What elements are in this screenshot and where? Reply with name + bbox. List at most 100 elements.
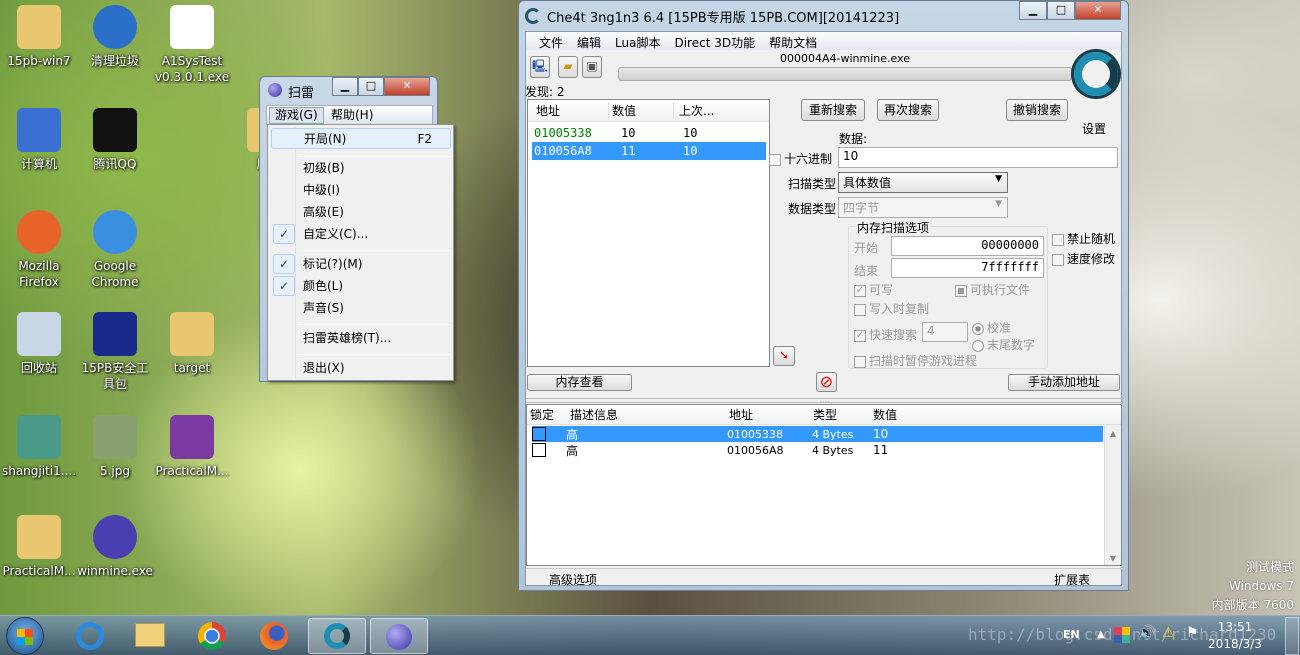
alignment-radio[interactable]: 校准 (972, 319, 1011, 336)
address-row[interactable]: 高 010056A8 4 Bytes 11 (532, 442, 1103, 458)
desktop-icon[interactable]: target (153, 312, 231, 376)
add-to-list-button[interactable]: ➘ (773, 346, 795, 366)
menu-item-new-game[interactable]: 开局(N) F2 (271, 128, 451, 149)
menu-item-sound[interactable]: 声音(S) (271, 298, 451, 319)
memory-view-button[interactable]: 内存查看 (527, 374, 632, 391)
menu-game[interactable]: 游戏(G) (269, 107, 324, 124)
table-extras-button[interactable]: 扩展表 (1054, 571, 1090, 588)
fast-scan-input[interactable]: 4 (922, 322, 968, 342)
column-header[interactable]: 地址 (726, 406, 810, 423)
column-header[interactable]: 锁定 (527, 406, 565, 423)
action-center-flag-icon[interactable]: ⚑ (1186, 625, 1199, 641)
column-header[interactable]: 类型 (810, 406, 870, 423)
menu-item-beginner[interactable]: 初级(B) (271, 158, 451, 179)
value-type-select[interactable]: 四字节 ▼ (838, 197, 1008, 218)
menu-d3d[interactable]: Direct 3D功能 (667, 32, 762, 50)
result-row[interactable]: 01005338 10 10 (528, 124, 769, 142)
select-process-button[interactable]: 🖳 (530, 56, 550, 78)
maximize-button[interactable]: □ (1047, 1, 1075, 20)
menu-item-custom[interactable]: ✓ 自定义(C)... (271, 224, 451, 245)
stop-address-input[interactable]: 7fffffff (891, 258, 1044, 278)
menu-lua[interactable]: Lua脚本 (608, 32, 667, 50)
start-address-input[interactable]: 00000000 (891, 236, 1044, 256)
language-indicator[interactable]: EN (1063, 628, 1080, 641)
desktop-icon[interactable]: PracticalM... (0, 515, 78, 579)
desktop-icon[interactable]: 15pb-win7 (0, 5, 78, 69)
close-button[interactable]: ✕ (384, 77, 430, 96)
no-random-checkbox[interactable]: 禁止随机 (1052, 230, 1115, 247)
clear-button[interactable]: ⊘ (816, 372, 837, 392)
menu-file[interactable]: 文件 (532, 32, 570, 50)
save-button[interactable]: ▣ (582, 56, 602, 78)
desktop-icon[interactable]: PracticalM... (153, 415, 231, 479)
desktop-icon[interactable]: A1SysTest v0.3.0.1.exe (153, 5, 231, 85)
settings-label[interactable]: 设置 (1082, 120, 1106, 137)
taskbar-ie[interactable] (61, 618, 119, 654)
desktop-icon[interactable]: shangjiti1.... (0, 415, 78, 479)
address-row[interactable]: 高 01005338 4 Bytes 10 (532, 426, 1103, 442)
clock[interactable]: 13:51 2018/3/3 (1205, 619, 1265, 653)
scan-results-list[interactable]: 地址 数值 上次... 01005338 10 10 010056A8 11 1… (527, 99, 770, 367)
menu-item-color[interactable]: ✓ 颜色(L) (271, 276, 451, 297)
network-warning-icon[interactable]: ⚠ (1162, 625, 1175, 641)
taskbar-cheat-engine[interactable] (308, 618, 366, 654)
close-button[interactable]: ✕ (1075, 1, 1121, 20)
column-header[interactable]: 数值 (608, 102, 673, 119)
splitter[interactable]: ⋯⋯ (526, 398, 1123, 405)
taskbar-winmine[interactable] (370, 618, 428, 654)
speedhack-checkbox[interactable]: 速度修改 (1052, 250, 1115, 267)
desktop-icon[interactable]: winmine.exe (76, 515, 154, 579)
cheat-engine-logo[interactable] (1074, 52, 1122, 102)
fast-scan-checkbox[interactable]: ✓ 快速搜索 (854, 326, 917, 343)
desktop-icon[interactable]: 清理垃圾 (76, 5, 154, 69)
next-scan-button[interactable]: 再次搜索 (877, 99, 939, 121)
menu-item-best-times[interactable]: 扫雷英雄榜(T)... (271, 328, 451, 349)
hex-checkbox[interactable]: 十六进制 (769, 150, 832, 167)
menu-item-exit[interactable]: 退出(X) (271, 358, 451, 379)
menu-item-marks[interactable]: ✓ 标记(?)(M) (271, 254, 451, 275)
undo-scan-button[interactable]: 撤销搜索 (1006, 99, 1068, 121)
minimize-button[interactable]: ▁ (332, 77, 358, 96)
desktop-icon[interactable]: 腾讯QQ (76, 108, 154, 172)
show-desktop-button[interactable] (1285, 617, 1299, 655)
taskbar-firefox[interactable] (245, 618, 303, 654)
desktop-icon[interactable]: 计算机 (0, 108, 78, 172)
writable-checkbox[interactable]: ✓ 可写 (854, 281, 893, 298)
last-digits-radio[interactable]: 末尾数字 (972, 336, 1035, 353)
add-address-manually-button[interactable]: 手动添加地址 (1008, 374, 1120, 391)
desktop-icon[interactable]: 5.jpg (76, 415, 154, 479)
menu-edit[interactable]: 编辑 (570, 32, 608, 50)
address-list[interactable]: 锁定 描述信息 地址 类型 数值 高 01005338 4 Bytes 10 高… (526, 404, 1122, 566)
tray-app-icon[interactable] (1114, 627, 1130, 643)
menu-item-expert[interactable]: 高级(E) (271, 202, 451, 223)
desktop-icon[interactable]: Google Chrome (76, 210, 154, 290)
menu-help[interactable]: 帮助文档 (762, 32, 824, 50)
taskbar-chrome[interactable] (183, 618, 241, 654)
open-button[interactable]: ▰ (558, 56, 578, 78)
minimize-button[interactable]: ▁ (1019, 1, 1047, 20)
value-input[interactable]: 10 (838, 147, 1118, 168)
column-header[interactable]: 上次... (673, 102, 714, 119)
result-row[interactable]: 010056A8 11 10 (532, 142, 766, 160)
desktop-icon[interactable]: 回收站 (0, 312, 78, 376)
menu-item-intermediate[interactable]: 中级(I) (271, 180, 451, 201)
advanced-options-button[interactable]: 高级选项 (549, 571, 597, 588)
column-header[interactable]: 描述信息 (565, 406, 726, 423)
desktop-icon[interactable]: 15PB安全工具包 (76, 312, 154, 392)
show-hidden-icons-icon[interactable]: ▲ (1097, 629, 1105, 640)
desktop-icon[interactable]: Mozilla Firefox (0, 210, 78, 290)
pause-while-scanning-checkbox[interactable]: 扫描时暂停游戏进程 (854, 352, 977, 369)
freeze-checkbox[interactable] (532, 427, 546, 442)
start-button[interactable] (6, 617, 44, 655)
freeze-checkbox[interactable] (532, 443, 546, 458)
maximize-button[interactable]: □ (358, 77, 384, 96)
column-header[interactable]: 地址 (528, 102, 608, 119)
volume-icon[interactable]: 🔊 (1138, 625, 1155, 641)
scan-type-select[interactable]: 具体数值 ▼ (838, 172, 1008, 193)
taskbar-explorer[interactable] (121, 618, 179, 654)
menu-help[interactable]: 帮助(H) (331, 108, 373, 123)
executable-checkbox[interactable]: 可执行文件 (955, 281, 1030, 298)
copy-on-write-checkbox[interactable]: 写入时复制 (854, 300, 929, 317)
new-scan-button[interactable]: 重新搜索 (801, 99, 865, 121)
scrollbar[interactable]: ▲ ▼ (1104, 425, 1121, 565)
